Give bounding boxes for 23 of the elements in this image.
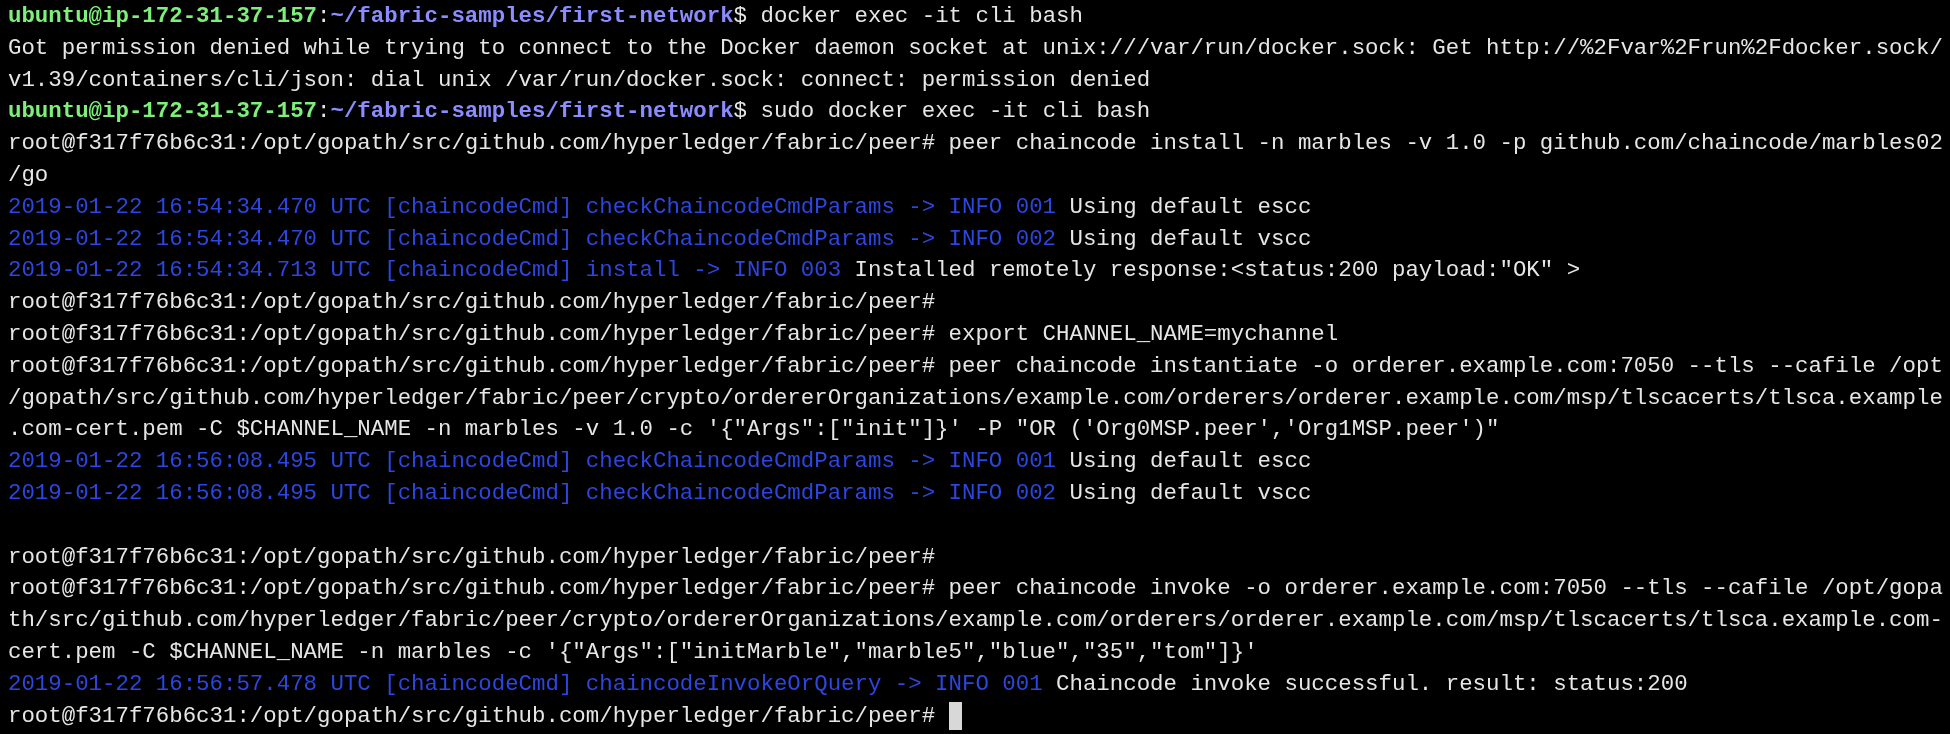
terminal-line: root@f317f76b6c31:/opt/gopath/src/github.com/hyperledger/fabric/peer# peer chaincode invoke -o orderer.example.com:7050 --tls --cafile /opt/gopa <box>8 574 1943 604</box>
cursor-block <box>948 702 962 731</box>
terminal-line: 2019-01-22 16:54:34.470 UTC [chaincodeCmd] checkChaincodeCmdParams -> INFO 001 Using default escc <box>8 192 1312 222</box>
terminal-line: 2019-01-22 16:54:34.470 UTC [chaincodeCmd] checkChaincodeCmdParams -> INFO 002 Using default vscc <box>8 224 1312 254</box>
terminal-line: root@f317f76b6c31:/opt/gopath/src/github.com/hyperledger/fabric/peer# <box>8 701 937 731</box>
terminal-line: 2019-01-22 16:56:08.495 UTC [chaincodeCmd] checkChaincodeCmdParams -> INFO 002 Using default vscc <box>8 478 1312 508</box>
terminal-line: root@f317f76b6c31:/opt/gopath/src/github.com/hyperledger/fabric/peer# <box>8 288 936 318</box>
terminal-line: 2019-01-22 16:56:57.478 UTC [chaincodeCmd] chaincodeInvokeOrQuery -> INFO 001 Chaincode invoke successful. result: status:200 <box>8 669 1688 699</box>
terminal-line: .com-cert.pem -C $CHANNEL_NAME -n marbles -v 1.0 -c '{"Args":["init"]}' -P "OR ('Org0MSP.peer','Org1MSP.peer')" <box>8 415 1500 445</box>
terminal-line: root@f317f76b6c31:/opt/gopath/src/github.com/hyperledger/fabric/peer# <box>8 542 936 572</box>
terminal-line: cert.pem -C $CHANNEL_NAME -n marbles -c '{"Args":["initMarble","marble5","blue","35","tom"]}' <box>8 637 1258 667</box>
terminal-line: root@f317f76b6c31:/opt/gopath/src/github.com/hyperledger/fabric/peer# peer chaincode instantiate -o orderer.example.com:7050 --tls --cafile /opt <box>8 351 1943 381</box>
terminal-line: root@f317f76b6c31:/opt/gopath/src/github.com/hyperledger/fabric/peer# peer chaincode install -n marbles -v 1.0 -p github.com/chaincode/marbles02 <box>8 129 1943 159</box>
terminal-line: root@f317f76b6c31:/opt/gopath/src/github.com/hyperledger/fabric/peer# export CHANNEL_NAME=mychannel <box>8 319 1339 349</box>
terminal-line: ubuntu@ip-172-31-37-157:~/fabric-samples/first-network$ sudo docker exec -it cli bash <box>8 97 1151 127</box>
terminal-line: Got permission denied while trying to connect to the Docker daemon socket at unix:///var/run/docker.sock: Get http://%2Fvar%2Frun%2Fdocker.sock/ <box>8 33 1943 63</box>
terminal-line: /go <box>8 161 49 190</box>
terminal-line: /gopath/src/github.com/hyperledger/fabric/peer/crypto/ordererOrganizations/example.com/orderers/orderer.example.com/msp/tlscacerts/tlsca.example <box>8 383 1943 413</box>
terminal-line: ubuntu@ip-172-31-37-157:~/fabric-samples/first-network$ docker exec -it cli bash <box>8 2 1083 31</box>
terminal-line: 2019-01-22 16:56:08.495 UTC [chaincodeCmd] checkChaincodeCmdParams -> INFO 001 Using default escc <box>8 447 1312 477</box>
terminal-line: th/src/github.com/hyperledger/fabric/peer/crypto/ordererOrganizations/example.com/orderers/orderer.example.com/msp/tlscacerts/tlsca.example.com- <box>8 606 1943 636</box>
terminal-line: 2019-01-22 16:54:34.713 UTC [chaincodeCmd] install -> INFO 003 Installed remotely response:<status:200 payload:"OK" > <box>8 256 1581 286</box>
terminal-line: v1.39/containers/cli/json: dial unix /var/run/docker.sock: connect: permission denied <box>8 65 1151 95</box>
